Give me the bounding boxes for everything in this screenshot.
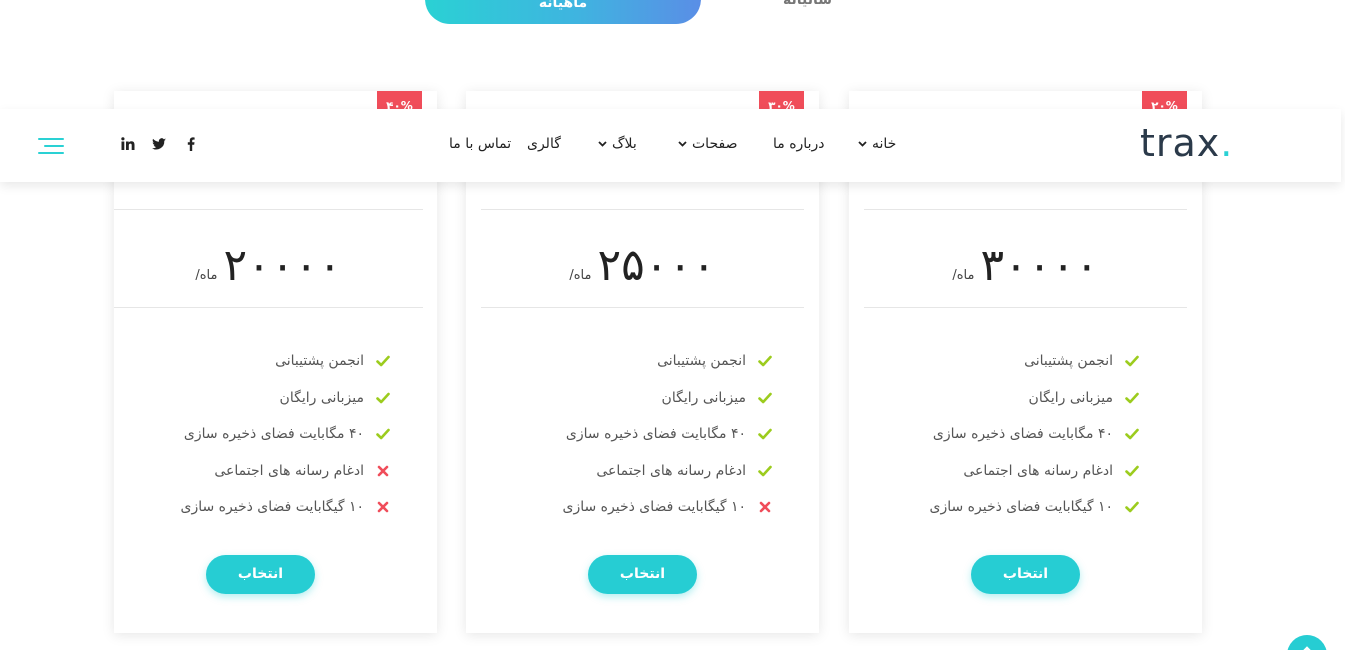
price-block: /ماه ۲۰۰۰۰: [114, 231, 423, 291]
feature-item: انجمن پشتیبانی: [114, 343, 437, 380]
nav-item-about[interactable]: درباره ما: [773, 136, 824, 152]
feature-item: ۱۰ گیگابایت فضای ذخیره سازی: [849, 489, 1202, 526]
price-period: /ماه: [952, 268, 975, 283]
nav-item-label: صفحات: [692, 136, 738, 152]
feature-text: انجمن پشتیبانی: [1024, 353, 1113, 370]
chevron-down-icon: [678, 141, 687, 147]
feature-text: میزبانی رایگان: [279, 389, 364, 406]
hamburger-line: [38, 138, 64, 140]
feature-list: انجمن پشتیبانی میزبانی رایگان ۴۰ مگابایت ف…: [114, 343, 437, 526]
feature-text: ۴۰ مگابایت فضای ذخیره سازی: [183, 426, 364, 443]
nav-item-gallery[interactable]: گالری: [527, 136, 561, 152]
nav-item-label: تماس با ما: [449, 136, 512, 152]
feature-text: میزبانی رایگان: [661, 389, 746, 406]
nav-item-label: گالری: [527, 136, 561, 152]
feature-item: ادغام رسانه های اجتماعی: [114, 453, 437, 490]
feature-text: میزبانی رایگان: [1028, 389, 1113, 406]
price-period: /ماه: [195, 268, 218, 283]
select-plan-button[interactable]: انتخاب: [206, 555, 315, 594]
nav-item-pages[interactable]: صفحات: [678, 136, 737, 152]
check-icon: [1125, 500, 1139, 514]
hamburger-menu-icon[interactable]: [38, 138, 64, 156]
feature-item: ادغام رسانه های اجتماعی: [849, 453, 1202, 490]
divider: [481, 209, 804, 210]
feature-item: میزبانی رایگان: [114, 380, 437, 417]
check-icon: [1125, 464, 1139, 478]
feature-text: ۱۰ گیگابایت فضای ذخیره سازی: [180, 499, 364, 516]
price-period: /ماه: [569, 268, 592, 283]
scroll-to-top-button[interactable]: [1287, 635, 1327, 650]
price-block: /ماه ۲۵۰۰۰: [466, 231, 819, 291]
check-icon: [758, 464, 772, 478]
feature-text: ۴۰ مگابایت فضای ذخیره سازی: [932, 426, 1113, 443]
select-plan-button[interactable]: انتخاب: [588, 555, 697, 594]
price-value: ۲۵۰۰۰: [597, 240, 716, 291]
price-block: /ماه ۳۰۰۰۰: [849, 231, 1202, 291]
hamburger-line: [44, 145, 64, 147]
feature-item: انجمن پشتیبانی: [466, 343, 819, 380]
feature-list: انجمن پشتیبانی میزبانی رایگان ۴۰ مگابایت ف…: [466, 343, 819, 526]
feature-list: انجمن پشتیبانی میزبانی رایگان ۴۰ مگابایت ف…: [849, 343, 1202, 526]
yearly-toggle-button[interactable]: سالیانه: [770, 0, 870, 16]
divider: [864, 209, 1187, 210]
feature-item: ۴۰ مگابایت فضای ذخیره سازی: [114, 416, 437, 453]
feature-item: ۴۰ مگابایت فضای ذخیره سازی: [466, 416, 819, 453]
feature-item: ۱۰ گیگابایت فضای ذخیره سازی: [114, 489, 437, 526]
check-icon: [376, 391, 390, 405]
feature-text: ۱۰ گیگابایت فضای ذخیره سازی: [562, 499, 746, 516]
facebook-icon[interactable]: [183, 136, 199, 152]
nav-item-label: خانه: [872, 136, 897, 152]
check-icon: [1125, 391, 1139, 405]
divider: [481, 307, 804, 308]
logo[interactable]: trax.: [1140, 121, 1235, 165]
site-header: trax. خانه درباره ما صفحات بلاگ گالری تم…: [0, 109, 1341, 182]
nav-item-home[interactable]: خانه: [858, 136, 896, 152]
nav-item-contact[interactable]: تماس با ما: [449, 136, 511, 152]
check-icon: [376, 354, 390, 368]
linkedin-icon[interactable]: [120, 136, 136, 152]
nav-item-label: درباره ما: [773, 136, 825, 152]
cross-icon: [376, 500, 390, 514]
check-icon: [376, 427, 390, 441]
check-icon: [758, 427, 772, 441]
feature-item: ادغام رسانه های اجتماعی: [466, 453, 819, 490]
logo-text: trax: [1140, 121, 1221, 165]
monthly-toggle-button[interactable]: ماهیانه: [425, 0, 701, 24]
feature-item: ۱۰ گیگابایت فضای ذخیره سازی: [466, 489, 819, 526]
feature-text: ادغام رسانه های اجتماعی: [596, 462, 746, 479]
nav-item-label: بلاگ: [612, 136, 637, 152]
cross-icon: [376, 464, 390, 478]
check-icon: [1125, 354, 1139, 368]
twitter-icon[interactable]: [151, 136, 167, 152]
divider: [114, 307, 423, 308]
check-icon: [1125, 427, 1139, 441]
feature-item: ۴۰ مگابایت فضای ذخیره سازی: [849, 416, 1202, 453]
feature-text: ۱۰ گیگابایت فضای ذخیره سازی: [929, 499, 1113, 516]
hamburger-line: [38, 152, 64, 154]
feature-item: میزبانی رایگان: [466, 380, 819, 417]
chevron-up-icon: [1303, 646, 1311, 650]
page: ماهیانه سالیانه ۲۰% /ماه ۳۰۰۰۰ انجمن پشت…: [0, 0, 1345, 650]
feature-text: انجمن پشتیبانی: [275, 353, 364, 370]
nav-item-blog[interactable]: بلاگ: [598, 136, 637, 152]
price-value: ۳۰۰۰۰: [980, 240, 1099, 291]
check-icon: [758, 391, 772, 405]
logo-dot: .: [1220, 121, 1234, 165]
feature-text: ادغام رسانه های اجتماعی: [214, 462, 364, 479]
feature-item: انجمن پشتیبانی: [849, 343, 1202, 380]
select-plan-button[interactable]: انتخاب: [971, 555, 1080, 594]
price-value: ۲۰۰۰۰: [223, 240, 342, 291]
feature-text: انجمن پشتیبانی: [657, 353, 746, 370]
cross-icon: [758, 500, 772, 514]
feature-text: ۴۰ مگابایت فضای ذخیره سازی: [565, 426, 746, 443]
check-icon: [758, 354, 772, 368]
chevron-down-icon: [598, 141, 607, 147]
divider: [864, 307, 1187, 308]
feature-text: ادغام رسانه های اجتماعی: [963, 462, 1113, 479]
chevron-down-icon: [858, 141, 867, 147]
feature-item: میزبانی رایگان: [849, 380, 1202, 417]
divider: [114, 209, 423, 210]
